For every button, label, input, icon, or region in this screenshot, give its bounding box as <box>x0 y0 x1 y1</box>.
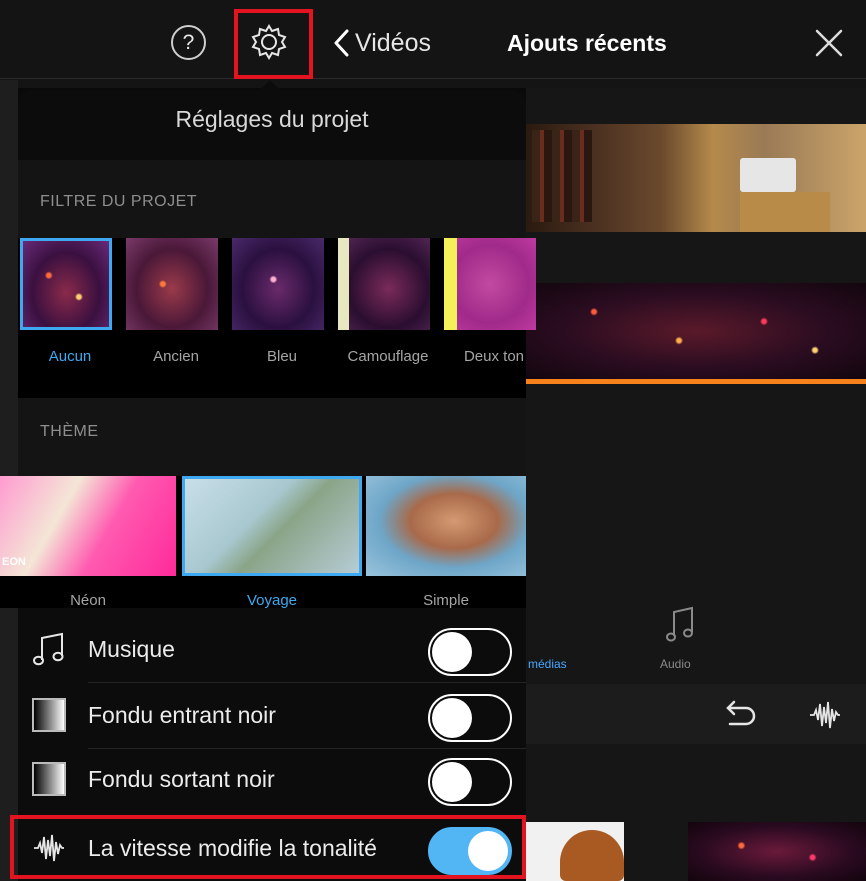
fade-in-label: Fondu entrant noir <box>88 702 276 728</box>
theme-neon[interactable]: EON Néon <box>0 476 176 609</box>
theme-label: Simple <box>423 592 469 609</box>
top-bar <box>0 0 866 88</box>
filter-aucun[interactable]: Aucun <box>20 238 120 365</box>
theme-simple[interactable]: Simple <box>366 476 526 609</box>
music-label: Musique <box>88 636 175 662</box>
music-note-icon[interactable] <box>665 606 695 646</box>
video-thumbnail-lights-2[interactable] <box>688 822 866 881</box>
filter-deux-tons-preview <box>444 238 536 330</box>
filter-label: Bleu <box>266 348 298 365</box>
filter-deux-tons[interactable]: Deux ton <box>444 238 544 365</box>
fade-in-toggle[interactable] <box>428 694 512 742</box>
filter-label: Deux ton <box>463 348 525 365</box>
filter-label: Ancien <box>153 348 199 365</box>
filter-strip: Aucun Ancien Bleu Camouflage Deux ton <box>18 238 536 398</box>
theme-section-header: THÈME <box>18 398 526 476</box>
page-title: Ajouts récents <box>507 30 667 56</box>
project-settings-popover: Réglages du projet FILTRE DU PROJET Aucu… <box>0 90 536 881</box>
undo-icon[interactable] <box>720 696 760 732</box>
fade-out-label: Fondu sortant noir <box>88 766 275 792</box>
theme-voyage[interactable]: Voyage <box>182 476 362 609</box>
toggle-knob <box>432 762 472 802</box>
filter-camouflage-preview <box>338 238 430 330</box>
toggle-row-fade-in: Fondu entrant noir <box>18 684 526 748</box>
chevron-left-icon <box>334 29 349 57</box>
filter-section-label: FILTRE DU PROJET <box>40 193 198 210</box>
fade-out-toggle[interactable] <box>428 758 512 806</box>
music-note-icon <box>33 632 64 666</box>
row-divider <box>88 682 526 683</box>
filter-label: Aucun <box>48 348 92 365</box>
toggle-row-music: Musique <box>18 618 526 682</box>
timeline-progress-line <box>526 379 866 384</box>
filter-ancien-preview <box>126 238 218 330</box>
help-button[interactable]: ? <box>171 25 206 60</box>
filter-bleu[interactable]: Bleu <box>232 238 332 365</box>
waveform-icon[interactable] <box>808 698 842 732</box>
video-thumbnail-lights[interactable] <box>526 283 866 379</box>
filter-camouflage[interactable]: Camouflage <box>338 238 438 365</box>
tab-audio[interactable]: Audio <box>660 657 691 671</box>
close-icon[interactable] <box>814 28 844 58</box>
toggle-knob <box>432 698 472 738</box>
back-label: Vidéos <box>355 28 431 57</box>
help-circle-icon: ? <box>182 30 195 54</box>
theme-voyage-preview <box>182 476 362 576</box>
filter-aucun-preview <box>20 238 112 330</box>
theme-label: Néon <box>70 592 106 609</box>
thumbnail-cabinet <box>740 192 830 232</box>
filter-section-header: FILTRE DU PROJET <box>18 160 526 238</box>
toggle-knob <box>432 632 472 672</box>
top-bar-divider <box>0 78 866 79</box>
thumbnail-bookshelf <box>532 130 592 222</box>
filter-label: Camouflage <box>347 348 429 365</box>
speed-pitch-highlight-box <box>10 815 526 879</box>
filter-bleu-preview <box>232 238 324 330</box>
theme-simple-preview <box>366 476 526 576</box>
theme-strip: EON Néon Voyage Simple <box>0 476 526 609</box>
theme-label: Voyage <box>246 592 298 609</box>
settings-highlight-box <box>234 9 313 79</box>
theme-neon-preview: EON <box>0 476 176 576</box>
toggle-row-fade-out: Fondu sortant noir <box>18 748 526 812</box>
fade-gradient-icon <box>32 762 66 796</box>
popover-title: Réglages du projet <box>175 106 369 132</box>
tab-media[interactable]: médias <box>528 657 567 671</box>
thumbnail-printer <box>740 158 796 192</box>
music-toggle[interactable] <box>428 628 512 676</box>
theme-section-label: THÈME <box>40 423 99 440</box>
theme-neon-badge: EON <box>2 556 26 568</box>
filter-ancien[interactable]: Ancien <box>126 238 226 365</box>
fade-gradient-icon <box>32 698 66 732</box>
back-to-videos-button[interactable]: Vidéos <box>333 22 431 64</box>
